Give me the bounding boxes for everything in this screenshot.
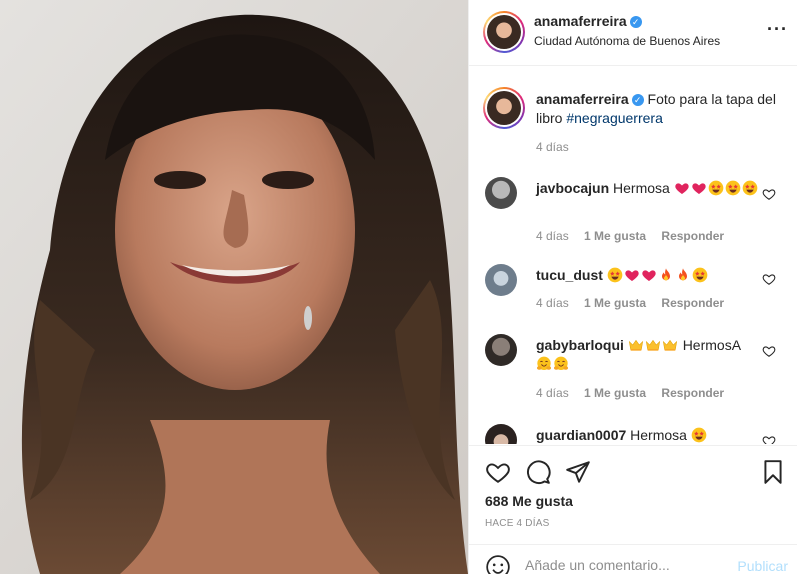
caption-username[interactable]: anamaferreira	[536, 91, 629, 107]
comment-emojis	[536, 356, 570, 372]
like-comment-heart-icon[interactable]	[762, 434, 776, 444]
reply-button[interactable]: Responder	[661, 229, 724, 243]
commenter-username[interactable]: tucu_dust	[536, 267, 603, 283]
verified-badge-icon: ✓	[629, 16, 642, 28]
comment-time[interactable]: 4 días	[536, 229, 569, 243]
author-username-text[interactable]: anamaferreira	[534, 13, 627, 29]
publish-button[interactable]: Publicar	[737, 558, 788, 574]
more-options-icon[interactable]: ···	[767, 20, 788, 38]
star-struck-emoji-icon	[692, 267, 708, 283]
red-heart-emoji-icon	[641, 267, 657, 283]
save-bookmark-icon[interactable]	[760, 459, 786, 485]
comment-body: tucu_dust	[536, 266, 761, 285]
like-comment-heart-icon[interactable]	[762, 272, 776, 286]
comment-meta: 4 días 1 Me gusta Responder	[536, 296, 736, 310]
caption-avatar[interactable]	[483, 87, 525, 129]
emoji-picker-icon[interactable]	[485, 554, 511, 574]
comments-list[interactable]: anamaferreira ✓ Foto para la tapa del lib…	[469, 67, 797, 444]
post-sidebar: anamaferreira ✓ Ciudad Autónoma de Buenos…	[468, 0, 797, 574]
comment-input[interactable]	[525, 557, 725, 573]
commenter-avatar[interactable]	[485, 264, 517, 296]
posted-time[interactable]: HACE 4 DÍAS	[485, 518, 549, 529]
comment-body: guardian0007 Hermosa	[536, 426, 761, 444]
comment-text: HermosA	[682, 337, 741, 353]
hugging-emoji-icon	[553, 356, 569, 372]
crown-emoji-icon	[628, 337, 644, 353]
crown-emoji-icon	[645, 337, 661, 353]
comment-emojis	[674, 180, 759, 196]
verified-badge-icon: ✓	[631, 94, 644, 106]
comment-time[interactable]: 4 días	[536, 386, 569, 400]
commenter-username[interactable]: guardian0007	[536, 427, 626, 443]
commenter-avatar[interactable]	[485, 334, 517, 366]
post-actions: 688 Me gusta HACE 4 DÍAS	[469, 445, 797, 529]
like-heart-icon[interactable]	[485, 459, 511, 485]
commenter-username[interactable]: gabybarloqui	[536, 337, 624, 353]
comment-time[interactable]: 4 días	[536, 296, 569, 310]
star-struck-emoji-icon	[742, 180, 758, 196]
comment-body: javbocajun Hermosa	[536, 179, 761, 198]
red-heart-emoji-icon	[691, 180, 707, 196]
fire-emoji-icon	[658, 267, 674, 283]
post-photo[interactable]	[0, 0, 468, 574]
star-struck-emoji-icon	[708, 180, 724, 196]
share-send-icon[interactable]	[565, 459, 591, 485]
portrait-image	[0, 0, 468, 574]
post-location[interactable]: Ciudad Autónoma de Buenos Aires	[534, 34, 720, 48]
commenter-avatar[interactable]	[485, 177, 517, 209]
star-struck-emoji-icon	[607, 267, 623, 283]
commenter-username[interactable]: javbocajun	[536, 180, 609, 196]
fire-emoji-icon	[675, 267, 691, 283]
like-comment-heart-icon[interactable]	[762, 187, 776, 201]
author-username[interactable]: anamaferreira ✓	[534, 13, 642, 29]
caption-time[interactable]: 4 días	[536, 140, 569, 154]
hugging-emoji-icon	[536, 356, 552, 372]
author-avatar[interactable]	[483, 11, 525, 53]
comment-text: Hermosa	[613, 180, 670, 196]
post-header: anamaferreira ✓ Ciudad Autónoma de Buenos…	[469, 0, 797, 66]
crown-emoji-icon	[662, 337, 678, 353]
caption-text: anamaferreira ✓ Foto para la tapa del lib…	[536, 90, 781, 128]
comment-likes[interactable]: 1 Me gusta	[584, 386, 646, 400]
star-struck-emoji-icon	[725, 180, 741, 196]
red-heart-emoji-icon	[624, 267, 640, 283]
comment-text: Hermosa	[630, 427, 687, 443]
reply-button[interactable]: Responder	[661, 386, 724, 400]
comment-emojis	[628, 337, 679, 353]
caption-hashtag[interactable]: #negraguerrera	[566, 110, 663, 126]
reply-button[interactable]: Responder	[661, 296, 724, 310]
comment-bubble-icon[interactable]	[525, 459, 551, 485]
comment-body: gabybarloqui HermosA	[536, 336, 761, 374]
red-heart-emoji-icon	[674, 180, 690, 196]
likes-count[interactable]: 688 Me gusta	[485, 493, 573, 509]
comment-likes[interactable]: 1 Me gusta	[584, 229, 646, 243]
star-struck-emoji-icon	[691, 427, 707, 443]
comment-meta: 4 días 1 Me gusta Responder	[536, 229, 736, 243]
like-comment-heart-icon[interactable]	[762, 344, 776, 358]
comment-emojis	[607, 267, 709, 283]
add-comment-bar: Publicar	[469, 544, 797, 574]
comment-meta: 4 días 1 Me gusta Responder	[536, 386, 736, 400]
commenter-avatar[interactable]	[485, 424, 517, 444]
comment-likes[interactable]: 1 Me gusta	[584, 296, 646, 310]
comment-emojis	[691, 427, 708, 443]
